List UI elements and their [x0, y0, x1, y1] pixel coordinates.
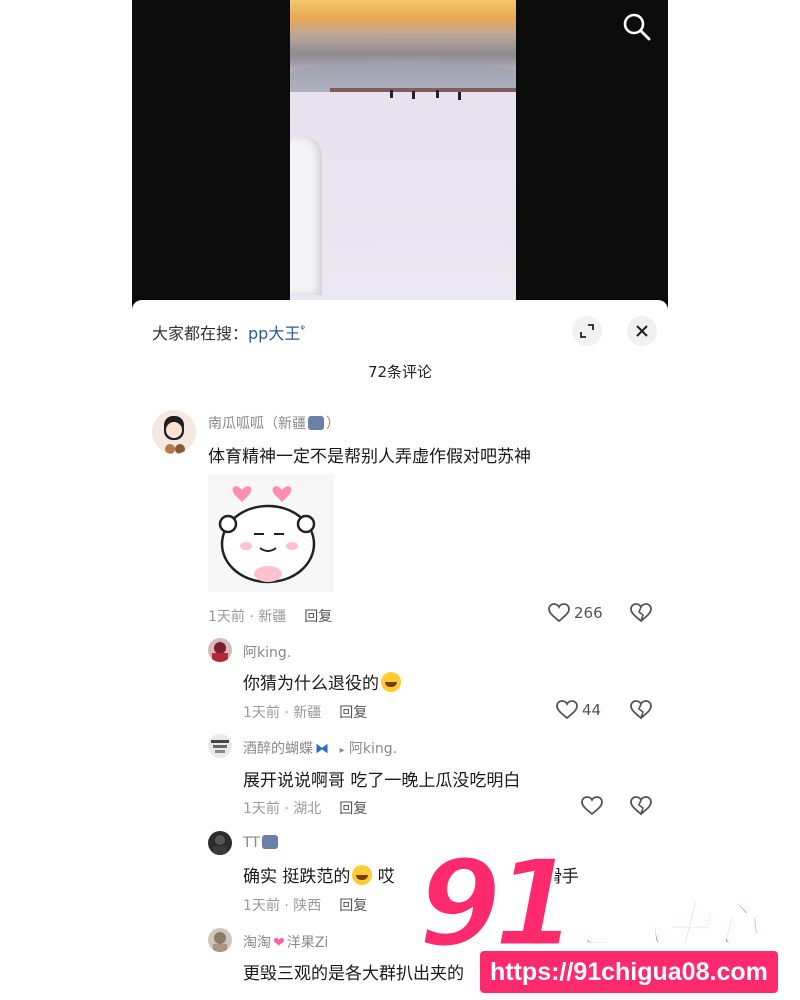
avatar[interactable] [208, 638, 232, 662]
snowboard-icon [308, 416, 324, 430]
comment-count: 72条评论 [367, 363, 433, 381]
reply-to-arrow: ▸ [339, 745, 345, 756]
comment-text: 展开说说啊哥 吃了一晚上瓜没吃明白 [243, 771, 521, 791]
heart-icon [548, 603, 570, 623]
skier [412, 91, 415, 99]
comment-meta: 1天前 · 湖北 回复 [243, 801, 368, 817]
video-player[interactable] [132, 0, 668, 310]
skier [436, 90, 439, 98]
dislike-icon[interactable] [630, 796, 652, 818]
foreground-figure [290, 135, 322, 295]
close-icon[interactable] [627, 316, 657, 346]
comment-username: TT [243, 835, 278, 851]
snow-slope [290, 92, 516, 300]
heart-icon [581, 796, 603, 816]
search-suggestion[interactable]: 大家都在搜：pp大王ᵠ [152, 320, 305, 344]
comment-meta: 1天前 · 新疆 回复 [243, 705, 368, 721]
skier [458, 92, 461, 100]
comment-username[interactable]: 阿king. [243, 642, 291, 662]
reply-to-username[interactable]: 阿king. [349, 741, 397, 757]
comment-username: 淘淘 ❤ 洋果Zi [243, 935, 329, 951]
laughing-crying-emoji-icon [381, 672, 401, 692]
laughing-crying-emoji-icon [352, 865, 373, 885]
like-button[interactable]: 266 [548, 603, 603, 623]
comment-text: 体育精神一定不是帮别人弄虚作假对吧苏神 [208, 447, 531, 467]
slope-fence [330, 88, 516, 92]
reply-button[interactable]: 回复 [339, 705, 367, 721]
like-button[interactable] [581, 796, 603, 816]
sticker-image[interactable] [208, 474, 334, 592]
comment-text: 更毁三观的是各大群扒出夹的 [243, 964, 464, 984]
avatar[interactable] [152, 410, 196, 454]
comment-username[interactable]: 南瓜呱呱（新疆） [208, 413, 340, 433]
reply-button[interactable]: 回复 [339, 801, 367, 817]
comment-sheet: 大家都在搜：pp大王ᵠ 72条评论 南瓜呱呱（新疆） 体育精神一定不是帮别人弄虚… [132, 300, 668, 1000]
comment-meta: 1天前 · 陕西 回复 [243, 898, 368, 914]
comment-text: 确实 挺跌范的 哎滑手 [243, 865, 579, 887]
search-suggestion-prefix: 大家都在搜： [152, 324, 249, 343]
avatar[interactable] [208, 928, 232, 952]
avatar[interactable] [208, 831, 232, 855]
like-count: 266 [574, 604, 603, 622]
reply-button[interactable]: 回复 [339, 898, 367, 914]
comment-text: 你猜为什么退役的 [243, 669, 401, 694]
like-count: 44 [582, 701, 602, 719]
dislike-icon[interactable] [630, 700, 652, 722]
comment-username: 酒醉的蝴蝶 ⧓ ▸ 阿king. [243, 741, 398, 757]
avatar[interactable] [208, 734, 232, 758]
reply-button[interactable]: 回复 [304, 609, 332, 625]
heart-icon [556, 700, 578, 720]
hearts-icon: ❤ [273, 935, 285, 951]
phone-screen: 大家都在搜：pp大王ᵠ 72条评论 南瓜呱呱（新疆） 体育精神一定不是帮别人弄虚… [132, 0, 668, 1000]
butterfly-icon: ⧓ [315, 741, 329, 757]
expand-icon[interactable] [572, 316, 602, 346]
snowboard-icon [261, 835, 278, 849]
search-term-icon: ᵠ [300, 322, 305, 336]
like-button[interactable]: 44 [556, 700, 601, 720]
search-icon[interactable] [622, 12, 652, 42]
video-frame [290, 0, 516, 300]
search-suggestion-term[interactable]: pp大王 [248, 324, 300, 343]
comment-meta: 1天前 · 新疆 回复 [208, 609, 333, 625]
dislike-icon[interactable] [630, 603, 652, 625]
skier [390, 90, 393, 98]
